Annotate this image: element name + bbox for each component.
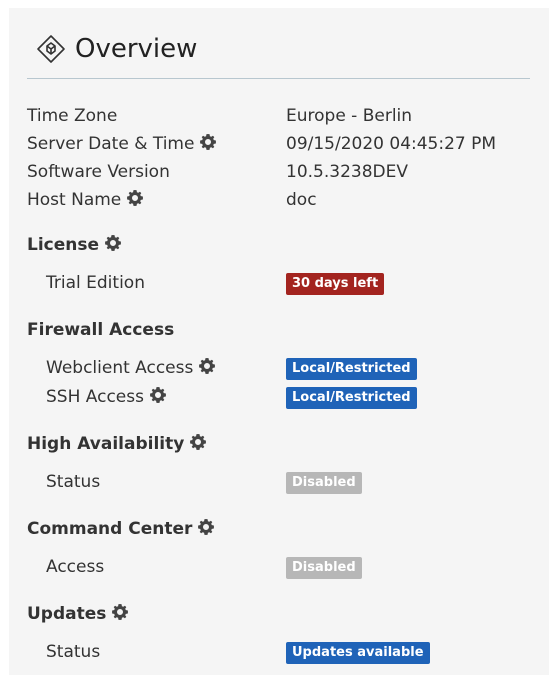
cc-heading: Command Center — [27, 517, 215, 541]
license-heading: License — [27, 233, 122, 257]
gear-icon[interactable] — [127, 190, 144, 206]
ssh-label-wrap: SSH Access — [46, 385, 166, 409]
ha-status-badge: Disabled — [286, 472, 362, 494]
updates-status-row: Status — [0, 640, 557, 664]
ssh-row: SSH Access — [0, 385, 557, 409]
webclient-label-wrap: Webclient Access — [46, 356, 216, 380]
version-value: 10.5.3238DEV — [286, 162, 408, 182]
ha-heading: High Availability — [27, 432, 207, 456]
hostname-label-wrap: Host Name — [27, 188, 144, 212]
timezone-value: Europe - Berlin — [286, 106, 413, 126]
ha-status-label: Status — [46, 472, 101, 492]
ha-label: High Availability — [27, 434, 185, 454]
gear-icon[interactable] — [190, 434, 207, 450]
hostname-value: doc — [286, 190, 317, 210]
timezone-row: Time Zone Europe - Berlin — [0, 104, 557, 128]
updates-heading-row: Updates — [0, 602, 557, 626]
cc-access-row: Access — [0, 555, 557, 579]
gear-icon[interactable] — [105, 235, 122, 251]
updates-status-badge[interactable]: Updates available — [286, 642, 430, 664]
hostname-row: Host Name doc — [0, 188, 557, 212]
gear-icon[interactable] — [200, 134, 217, 150]
license-status-badge: 30 days left — [286, 273, 385, 295]
gear-icon[interactable] — [198, 519, 215, 535]
updates-status-label: Status — [46, 642, 101, 662]
cc-heading-row: Command Center — [0, 517, 557, 541]
webclient-row: Webclient Access — [0, 356, 557, 380]
datetime-label-wrap: Server Date & Time — [27, 132, 217, 156]
webclient-status-badge: Local/Restricted — [286, 358, 417, 380]
timezone-label: Time Zone — [27, 106, 118, 126]
datetime-value: 09/15/2020 04:45:27 PM — [286, 134, 497, 154]
version-label: Software Version — [27, 162, 170, 182]
ha-heading-row: High Availability — [0, 432, 557, 456]
firewall-label: Firewall Access — [27, 320, 175, 340]
gear-icon[interactable] — [112, 604, 129, 620]
license-label: License — [27, 235, 100, 255]
license-edition-row: Trial Edition — [0, 271, 557, 295]
version-row: Software Version 10.5.3238DEV — [0, 160, 557, 184]
hostname-label: Host Name — [27, 190, 122, 210]
ha-status-row: Status — [0, 470, 557, 494]
page-title: Overview — [75, 34, 198, 64]
datetime-label: Server Date & Time — [27, 134, 195, 154]
webclient-label: Webclient Access — [46, 358, 194, 378]
firewall-heading-row: Firewall Access — [0, 318, 557, 342]
cc-access-badge: Disabled — [286, 557, 362, 579]
cc-label: Command Center — [27, 519, 193, 539]
datetime-row: Server Date & Time 09/15/2020 04:45:27 P… — [0, 132, 557, 156]
cc-access-label: Access — [46, 557, 105, 577]
updates-heading: Updates — [27, 602, 129, 626]
gear-icon[interactable] — [199, 358, 216, 374]
updates-label: Updates — [27, 604, 107, 624]
license-heading-row: License — [0, 233, 557, 257]
license-edition-label: Trial Edition — [46, 273, 145, 293]
gear-icon[interactable] — [149, 387, 166, 403]
diamond-cube-icon — [37, 35, 65, 63]
panel-header: Overview — [27, 26, 530, 79]
ssh-label: SSH Access — [46, 387, 144, 407]
ssh-status-badge: Local/Restricted — [286, 387, 417, 409]
